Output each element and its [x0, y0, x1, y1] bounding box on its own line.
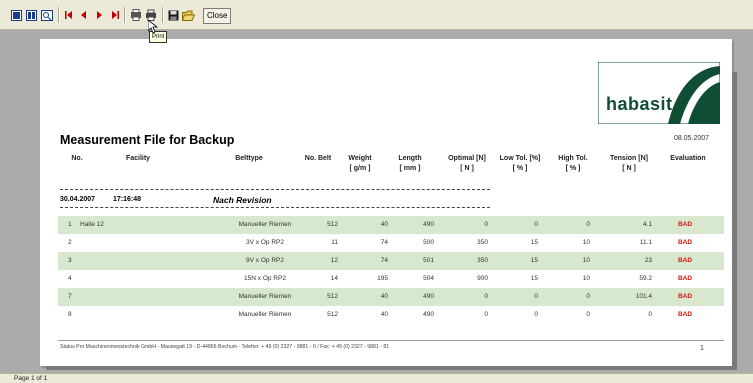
header-optimal: Optimal [N][ N ]: [448, 155, 486, 172]
habasit-logo: habasit: [598, 62, 720, 124]
status-bar: Page 1 of 1: [0, 373, 753, 383]
page-number: 1: [700, 345, 704, 352]
first-page-icon[interactable]: [64, 8, 74, 22]
table-row: 2 3V x Op RP2 11 74 500 350 15 10 11.1 B…: [68, 239, 693, 246]
page-shadow: [46, 366, 737, 370]
logo-text: habasit: [606, 94, 673, 114]
header-high-tol: High Tol.[ % ]: [558, 155, 588, 172]
dashed-divider: [60, 189, 490, 190]
table-row: 1 Halle 12 Manueller Riemen 512 40 490 0…: [58, 216, 724, 234]
table-row: 3 9V x Op RP2 12 74 501 350 15 10 23 BAD: [58, 252, 724, 270]
mouse-cursor-icon: [147, 19, 159, 39]
header-belttype: Belttype: [235, 155, 263, 162]
report-title: Measurement File for Backup: [60, 133, 235, 147]
table-row: 8 Manueller Riemen 512 40 490 0 0 0 0 BA…: [68, 311, 693, 318]
group-date: 30.04.2007: [60, 196, 96, 203]
dashed-divider: [60, 207, 490, 208]
table-row: 7 Manueller Riemen 512 40 490 0 0 0 101.…: [58, 288, 724, 306]
header-evaluation: Evaluation: [670, 155, 706, 162]
next-page-icon[interactable]: [95, 8, 103, 22]
page-shadow: [732, 72, 737, 366]
header-length: Length[ mm ]: [398, 155, 422, 172]
group-time: 17:16:48: [113, 196, 142, 203]
two-pages-icon[interactable]: [25, 8, 37, 22]
report-footer: Status Pro Maschinenmesstechnik GmbH - M…: [60, 344, 390, 350]
group-revision: Nach Revision: [213, 195, 272, 205]
last-page-icon[interactable]: [110, 8, 120, 22]
header-tension: Tension [N][ N ]: [610, 155, 648, 172]
toolbar: Close: [0, 0, 753, 30]
header-no: No.: [71, 155, 83, 162]
page-indicator: Page 1 of 1: [14, 375, 48, 382]
print-date: 08.05.2007: [674, 135, 710, 142]
footer-divider: [58, 340, 724, 341]
header-no-belt: No. Belt: [304, 155, 332, 162]
zoom-icon[interactable]: [40, 8, 53, 22]
single-page-icon[interactable]: [10, 8, 22, 22]
table-row: 4 15N x Op RP2 14 195 504 900 15 10 59.2…: [68, 275, 693, 282]
save-icon[interactable]: [167, 8, 179, 22]
header-low-tol: Low Tol. [%][ % ]: [499, 155, 541, 172]
close-button[interactable]: Close: [203, 8, 232, 24]
report-page: habasit Measurement File for Backup 08.0…: [40, 39, 732, 366]
previous-page-icon[interactable]: [80, 8, 88, 22]
report-viewer[interactable]: habasit Measurement File for Backup 08.0…: [0, 30, 753, 373]
export-icon[interactable]: [129, 8, 142, 22]
header-facility: Facility: [125, 155, 151, 162]
open-folder-icon[interactable]: [182, 8, 195, 22]
header-weight: Weight[ g/m ]: [348, 155, 372, 172]
